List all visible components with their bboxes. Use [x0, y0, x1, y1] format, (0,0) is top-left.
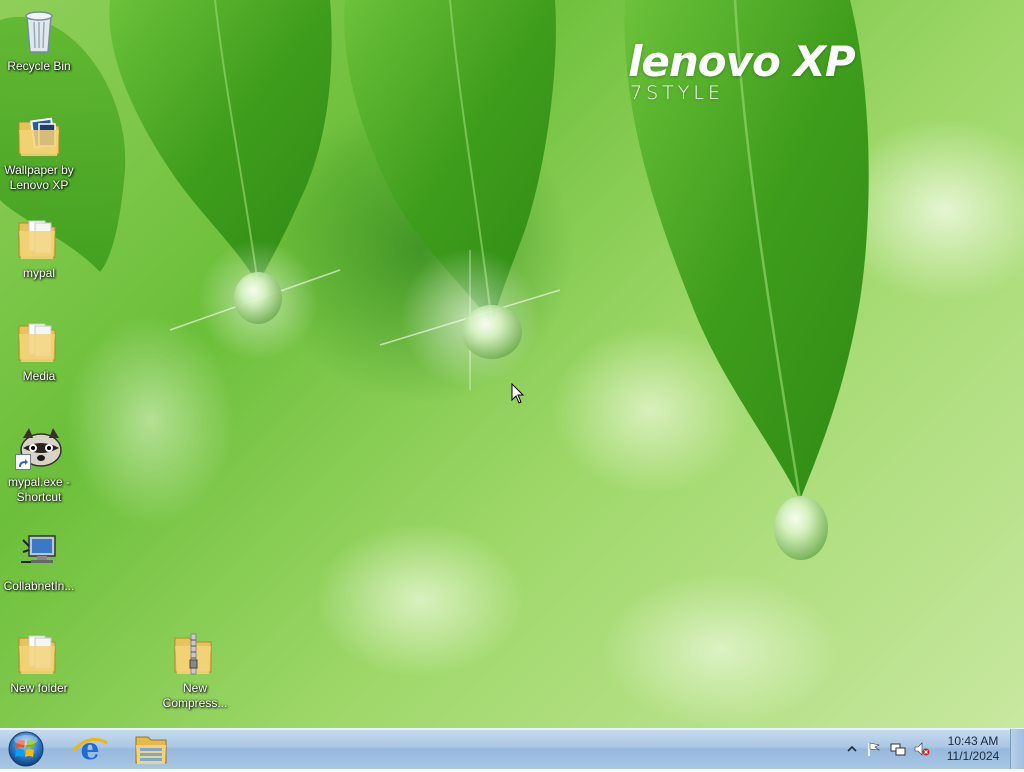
desktop-icon-label: Recycle Bin	[7, 59, 71, 73]
desktop-icon-wallpaper-folder[interactable]: Wallpaper by Lenovo XP	[1, 112, 77, 193]
folder-icon	[15, 318, 63, 366]
wallpaper-logo: lenovo XP 7STYLE	[628, 37, 856, 105]
zip-folder-icon	[171, 630, 219, 678]
water-drop-2	[462, 305, 522, 359]
show-hidden-icons-icon[interactable]	[844, 741, 860, 757]
folder-icon	[15, 630, 63, 678]
system-clock[interactable]: 10:43 AM 11/1/2024	[938, 734, 1008, 764]
desktop-icon-collabnet[interactable]: CollabnetIn...	[1, 528, 77, 594]
clock-time: 10:43 AM	[947, 734, 999, 748]
taskbar: e 10:43 AM 11/1/2024	[0, 728, 1024, 769]
desktop-icon-recycle-bin[interactable]: Recycle Bin	[1, 8, 77, 74]
desktop-icon-label: mypal	[22, 266, 55, 280]
water-drop-1	[234, 272, 282, 324]
mouse-pointer-icon	[511, 383, 525, 404]
desktop-icon-label: Media	[22, 369, 56, 383]
desktop-icon-new-compressed[interactable]: New Compress...	[157, 630, 233, 711]
desktop-icon-label: New Compress...	[162, 681, 228, 710]
file-explorer-icon	[135, 736, 167, 764]
taskbar-pinned-windows-explorer[interactable]	[124, 731, 178, 767]
desktop-icon-media-folder[interactable]: Media	[1, 318, 77, 384]
windows-orb-icon	[8, 731, 44, 767]
show-desktop-button[interactable]	[1010, 729, 1024, 769]
shortcut-arrow-icon	[15, 454, 31, 470]
folder-icon	[15, 215, 63, 263]
recycle-bin-icon	[15, 8, 63, 56]
svg-text:e: e	[80, 732, 99, 767]
desktop-icon-label: Wallpaper by Lenovo XP	[4, 163, 74, 192]
taskbar-pinned-internet-explorer[interactable]: e	[63, 731, 117, 767]
logo-main-text: lenovo XP	[628, 37, 856, 86]
desktop-icon-label: mypal.exe - Shortcut	[7, 475, 71, 504]
desktop[interactable]: lenovo XP 7STYLE Recycle Bin Wallpaper b…	[0, 0, 1024, 728]
action-center-flag-icon[interactable]	[866, 741, 882, 757]
desktop-icon-label: New folder	[10, 681, 68, 695]
raccoon-app-icon	[15, 424, 63, 472]
desktop-icon-label: CollabnetIn...	[3, 579, 75, 593]
volume-muted-icon[interactable]	[914, 741, 930, 757]
wallpaper-leaves	[0, 0, 869, 560]
desktop-icon-mypal-shortcut[interactable]: mypal.exe - Shortcut	[1, 424, 77, 505]
internet-explorer-icon: e	[71, 732, 108, 767]
network-computer-icon	[15, 528, 63, 576]
desktop-icon-new-folder[interactable]: New folder	[1, 630, 77, 696]
clock-date: 11/1/2024	[946, 749, 1000, 763]
desktop-icon-mypal-folder[interactable]: mypal	[1, 215, 77, 281]
network-icon[interactable]	[890, 741, 906, 757]
start-button[interactable]	[6, 730, 46, 768]
folder-icon	[15, 112, 63, 160]
water-drop-3	[774, 496, 828, 560]
